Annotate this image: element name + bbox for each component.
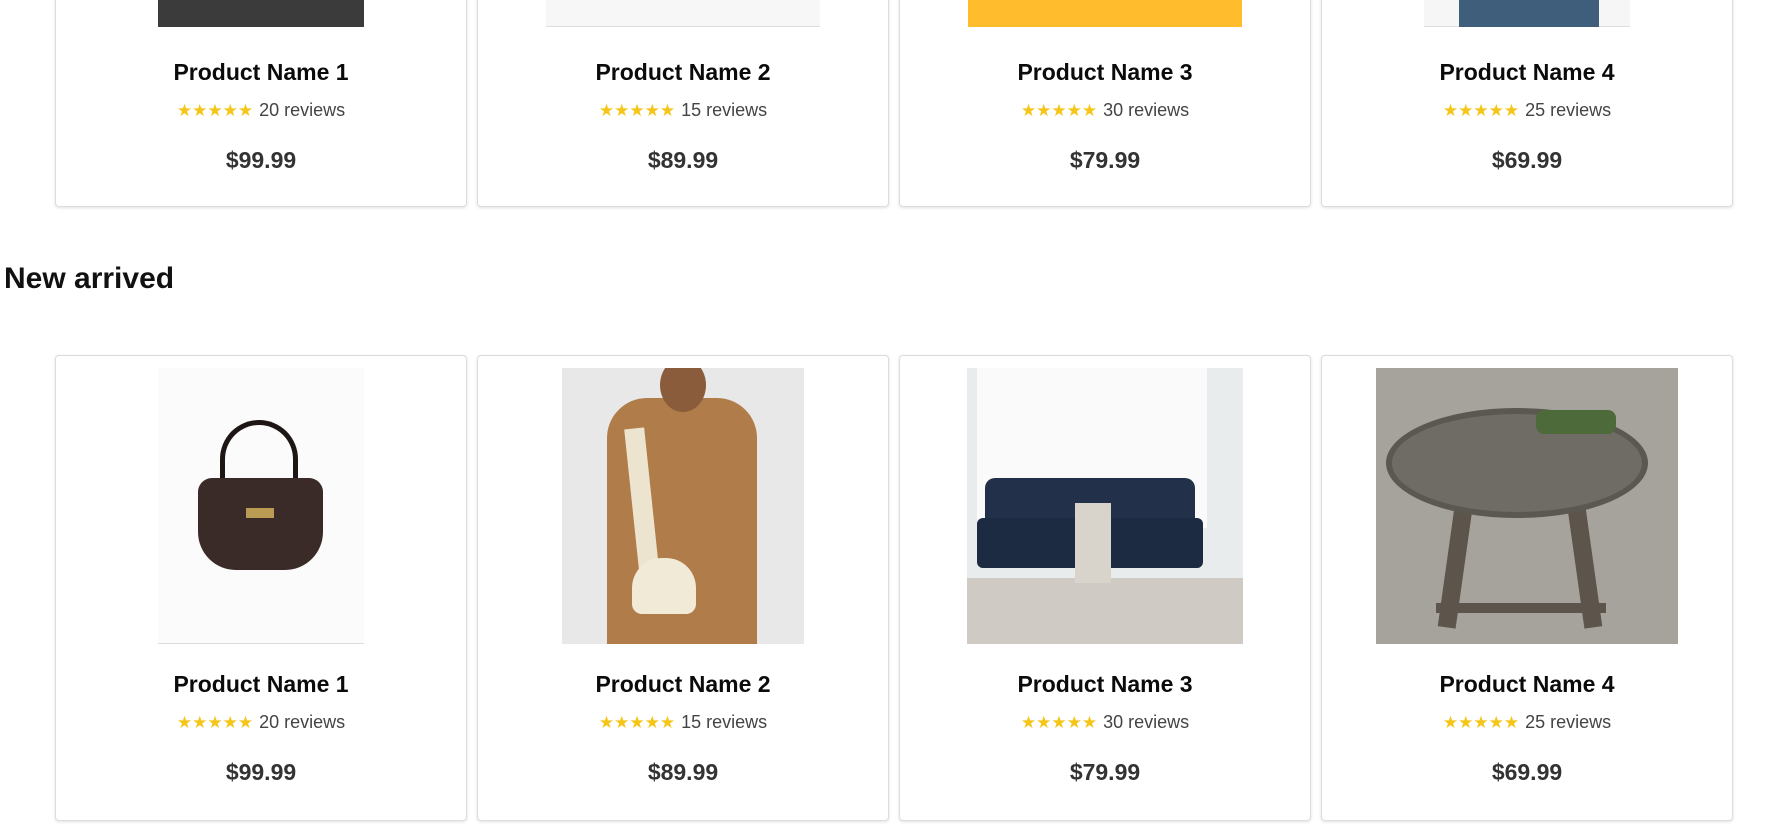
rating-row: ★★★★★ 20 reviews [56, 100, 466, 121]
jeans-image[interactable] [158, 0, 364, 27]
product-name[interactable]: Product Name 4 [1322, 59, 1732, 86]
product-card[interactable]: Product Name 1 ★★★★★ 20 reviews $99.99 [55, 355, 467, 821]
product-name[interactable]: Product Name 2 [478, 59, 888, 86]
shirt-image[interactable] [546, 0, 820, 27]
star-rating-icon: ★★★★★ [1020, 712, 1098, 732]
product-name[interactable]: Product Name 3 [900, 59, 1310, 86]
review-count: 20 reviews [259, 100, 346, 120]
handbag-image[interactable] [158, 368, 364, 644]
product-card[interactable]: Product Name 4 ★★★★★ 25 reviews $69.99 [1321, 0, 1733, 207]
crossbody-bag-model-image[interactable] [562, 368, 804, 644]
rating-row: ★★★★★ 20 reviews [56, 712, 466, 733]
star-rating-icon: ★★★★★ [1442, 100, 1520, 120]
product-card[interactable]: Product Name 1 ★★★★★ 20 reviews $99.99 [55, 0, 467, 207]
review-count: 30 reviews [1103, 712, 1190, 732]
review-count: 15 reviews [681, 100, 768, 120]
star-rating-icon: ★★★★★ [598, 712, 676, 732]
product-name[interactable]: Product Name 1 [56, 59, 466, 86]
product-card[interactable]: Product Name 4 ★★★★★ 25 reviews $69.99 [1321, 355, 1733, 821]
review-count: 15 reviews [681, 712, 768, 732]
star-rating-icon: ★★★★★ [176, 712, 254, 732]
product-price: $89.99 [647, 147, 719, 173]
review-count: 20 reviews [259, 712, 346, 732]
review-count: 25 reviews [1525, 712, 1612, 732]
product-name[interactable]: Product Name 1 [56, 671, 466, 698]
coffee-table-image[interactable] [1376, 368, 1678, 644]
star-rating-icon: ★★★★★ [1442, 712, 1520, 732]
product-price: $99.99 [225, 759, 297, 785]
product-row-top: Product Name 1 ★★★★★ 20 reviews $99.99 P… [55, 0, 1733, 207]
section-heading-new-arrived: New arrived [4, 262, 175, 295]
product-price: $69.99 [1491, 759, 1563, 785]
product-card[interactable]: Product Name 3 ★★★★★ 30 reviews $79.99 [899, 0, 1311, 207]
star-rating-icon: ★★★★★ [176, 100, 254, 120]
rating-row: ★★★★★ 25 reviews [1322, 712, 1732, 733]
product-price: $69.99 [1491, 147, 1563, 173]
sofa-image[interactable] [967, 368, 1243, 644]
product-card[interactable]: Product Name 2 ★★★★★ 15 reviews $89.99 [477, 355, 889, 821]
rating-row: ★★★★★ 30 reviews [900, 712, 1310, 733]
rating-row: ★★★★★ 30 reviews [900, 100, 1310, 121]
product-price: $99.99 [225, 147, 297, 173]
review-count: 30 reviews [1103, 100, 1190, 120]
yellow-product-image[interactable] [968, 0, 1242, 27]
product-price: $79.99 [1069, 759, 1141, 785]
product-card[interactable]: Product Name 2 ★★★★★ 15 reviews $89.99 [477, 0, 889, 207]
star-rating-icon: ★★★★★ [1020, 100, 1098, 120]
rating-row: ★★★★★ 15 reviews [478, 100, 888, 121]
product-price: $79.99 [1069, 147, 1141, 173]
product-name[interactable]: Product Name 3 [900, 671, 1310, 698]
product-price: $89.99 [647, 759, 719, 785]
review-count: 25 reviews [1525, 100, 1612, 120]
product-row-new-arrived: Product Name 1 ★★★★★ 20 reviews $99.99 P… [55, 355, 1733, 821]
rating-row: ★★★★★ 25 reviews [1322, 100, 1732, 121]
product-card[interactable]: Product Name 3 ★★★★★ 30 reviews $79.99 [899, 355, 1311, 821]
rating-row: ★★★★★ 15 reviews [478, 712, 888, 733]
star-rating-icon: ★★★★★ [598, 100, 676, 120]
denim-shirt-image[interactable] [1424, 0, 1630, 27]
product-name[interactable]: Product Name 2 [478, 671, 888, 698]
product-name[interactable]: Product Name 4 [1322, 671, 1732, 698]
